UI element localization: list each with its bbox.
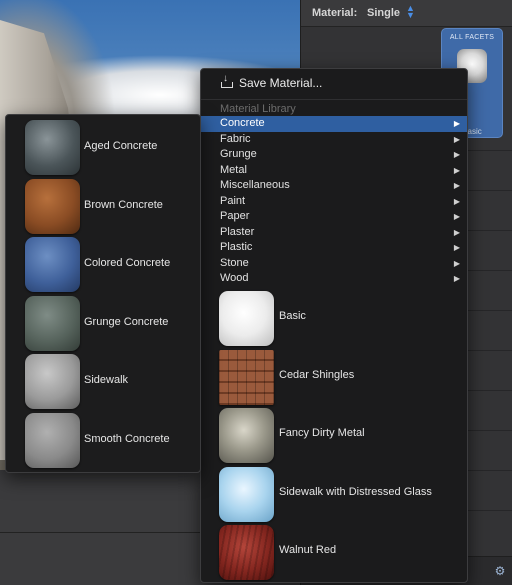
submenu-arrow-icon: ▶: [453, 119, 460, 128]
material-label: Material:: [312, 7, 358, 19]
category-label: Concrete: [220, 117, 265, 129]
concrete-material-item[interactable]: Grunge Concrete: [6, 294, 200, 353]
concrete-material-label: Brown Concrete: [84, 198, 163, 211]
material-thumbnail: [219, 466, 274, 522]
submenu-arrow-icon: ▶: [453, 243, 460, 252]
concrete-material-item[interactable]: Colored Concrete: [6, 235, 200, 294]
material-preset-label: Basic: [279, 310, 306, 322]
category-label: Stone: [220, 256, 249, 269]
submenu-arrow-icon: ▶: [453, 150, 460, 159]
submenu-arrow-icon: ▶: [453, 196, 460, 206]
material-preset-label: Fancy Dirty Metal: [279, 427, 365, 440]
submenu-arrow-icon: ▶: [453, 274, 460, 283]
material-menu: Save Material... Material Library Concre…: [200, 68, 468, 583]
concrete-material-label: Sidewalk: [84, 374, 129, 387]
concrete-material-item[interactable]: Sidewalk: [6, 352, 200, 411]
category-list: Concrete ▶ Fabric ▶ Grunge ▶ Metal ▶ Miscell…: [201, 116, 467, 287]
save-icon: [221, 73, 233, 88]
category-label: Metal: [220, 163, 247, 176]
concrete-material-item[interactable]: Aged Concrete: [6, 118, 200, 177]
material-preset-item[interactable]: Walnut Red: [201, 523, 467, 582]
concrete-material-list: Aged Concrete Brown Concrete Colored Con…: [6, 118, 200, 470]
material-thumbnail: [219, 408, 274, 464]
concrete-material-item[interactable]: Brown Concrete: [6, 177, 200, 236]
category-item[interactable]: Plastic ▶: [201, 240, 467, 256]
submenu-arrow-icon: ▶: [453, 212, 460, 221]
material-thumbnail: [25, 120, 80, 175]
category-item[interactable]: Paper ▶: [201, 209, 467, 225]
material-thumbnail: [25, 412, 80, 468]
material-thumbnail: [25, 295, 80, 351]
category-item[interactable]: Metal ▶: [201, 163, 467, 179]
concrete-material-label: Grunge Concrete: [84, 315, 169, 328]
category-label: Paint: [220, 194, 246, 207]
material-thumbnail: [219, 291, 274, 346]
concrete-material-label: Aged Concrete: [84, 140, 158, 152]
category-item[interactable]: Concrete ▶: [201, 116, 467, 132]
submenu-arrow-icon: ▶: [453, 258, 460, 268]
material-library-header: Material Library: [220, 103, 296, 115]
material-preset-list: Basic Cedar Shingles Fancy Dirty Metal S…: [201, 289, 467, 582]
category-label: Plastic: [220, 241, 253, 253]
category-item[interactable]: Fabric ▶: [201, 132, 467, 148]
save-material-label: Save Material...: [239, 76, 323, 90]
category-label: Fabric: [220, 132, 251, 145]
category-label: Wood: [220, 272, 249, 284]
category-item[interactable]: Stone ▶: [201, 256, 467, 272]
category-label: Plaster: [220, 225, 255, 238]
material-preset-item[interactable]: Fancy Dirty Metal: [201, 406, 467, 465]
material-mode-stepper-icon[interactable]: ▲ ▼: [406, 4, 415, 20]
material-preset-label: Cedar Shingles: [279, 368, 355, 381]
category-item[interactable]: Plaster ▶: [201, 225, 467, 241]
material-preset-item[interactable]: Basic: [201, 289, 467, 348]
concrete-material-item[interactable]: Smooth Concrete: [6, 411, 200, 470]
submenu-arrow-icon: ▶: [453, 181, 460, 190]
category-label: Miscellaneous: [220, 179, 290, 191]
material-preset-label: Walnut Red: [279, 544, 337, 557]
settings-icon[interactable]: ⚙: [491, 563, 509, 579]
category-label: Grunge: [220, 148, 257, 160]
submenu-arrow-icon: ▶: [453, 134, 460, 144]
inspector-header: Material: Single ▲ ▼: [301, 0, 512, 27]
material-thumbnail: [219, 525, 274, 581]
category-item[interactable]: Miscellaneous ▶: [201, 178, 467, 194]
material-thumbnail: [25, 237, 80, 293]
concrete-material-label: Colored Concrete: [84, 257, 171, 270]
material-thumbnail: [25, 354, 80, 410]
facets-label: ALL FACETS: [449, 34, 495, 41]
save-material-item[interactable]: Save Material...: [221, 73, 323, 90]
material-thumbnail: [219, 349, 274, 405]
concrete-material-label: Smooth Concrete: [84, 432, 170, 445]
menu-separator: [201, 99, 467, 100]
category-item[interactable]: Wood ▶: [201, 271, 467, 287]
category-label: Paper: [220, 210, 250, 222]
category-item[interactable]: Grunge ▶: [201, 147, 467, 163]
material-thumbnail: [25, 178, 80, 234]
submenu-arrow-icon: ▶: [453, 165, 460, 175]
category-item[interactable]: Paint ▶: [201, 194, 467, 210]
concrete-submenu: Aged Concrete Brown Concrete Colored Con…: [5, 114, 201, 473]
material-mode-popup[interactable]: Single: [367, 7, 400, 19]
material-preset-item[interactable]: Cedar Shingles: [201, 348, 467, 407]
material-preset-label: Sidewalk with Distressed Glass: [279, 485, 432, 498]
material-preset-item[interactable]: Sidewalk with Distressed Glass: [201, 465, 467, 524]
submenu-arrow-icon: ▶: [453, 227, 460, 237]
